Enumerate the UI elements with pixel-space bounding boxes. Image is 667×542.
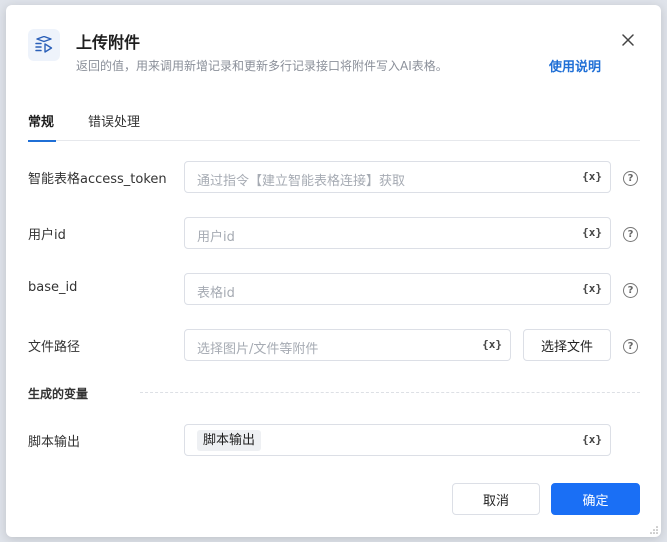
access-token-input[interactable]: 通过指令【建立智能表格连接】获取 {x} (184, 161, 611, 193)
user-id-input[interactable]: 用户id {x} (184, 217, 611, 249)
base-id-placeholder: 表格id (197, 286, 235, 301)
tab-bar: 常规 错误处理 (28, 111, 640, 142)
base-id-label: base_id (28, 280, 78, 295)
resize-handle-icon[interactable] (650, 526, 658, 534)
script-output-label: 脚本输出 (28, 435, 81, 450)
upload-attachment-dialog: 上传附件 返回的值，用来调用新增记录和更新多行记录接口将附件写入AI表格。 使用… (6, 5, 661, 537)
choose-file-button[interactable]: 选择文件 (523, 329, 611, 361)
user-id-placeholder: 用户id (197, 230, 235, 245)
file-path-input[interactable]: 选择图片/文件等附件 {x} (184, 329, 511, 361)
variable-insert-icon[interactable]: {x} (582, 226, 602, 239)
file-path-help-icon[interactable]: ? (623, 339, 638, 354)
variable-insert-icon[interactable]: {x} (482, 338, 502, 351)
script-output-tag: 脚本输出 (197, 430, 262, 451)
usage-guide-link[interactable]: 使用说明 (549, 56, 601, 75)
access-token-label: 智能表格access_token (28, 172, 167, 187)
access-token-placeholder: 通过指令【建立智能表格连接】获取 (197, 174, 406, 189)
script-output-input[interactable]: 脚本输出 {x} (184, 424, 611, 456)
user-id-help-icon[interactable]: ? (623, 227, 638, 242)
cancel-button[interactable]: 取消 (452, 483, 540, 515)
file-path-placeholder: 选择图片/文件等附件 (197, 342, 319, 357)
close-button[interactable] (618, 30, 638, 50)
section-divider (140, 392, 640, 393)
confirm-button[interactable]: 确定 (551, 483, 640, 515)
close-icon (622, 34, 634, 46)
base-id-help-icon[interactable]: ? (623, 283, 638, 298)
base-id-input[interactable]: 表格id {x} (184, 273, 611, 305)
variable-insert-icon[interactable]: {x} (582, 282, 602, 295)
tab-error-handling[interactable]: 错误处理 (88, 111, 140, 141)
tab-general[interactable]: 常规 (28, 111, 57, 142)
dialog-title: 上传附件 (76, 33, 141, 52)
variable-insert-icon[interactable]: {x} (582, 433, 602, 446)
variable-insert-icon[interactable]: {x} (582, 170, 602, 183)
upload-attachment-icon (28, 29, 60, 61)
access-token-help-icon[interactable]: ? (623, 171, 638, 186)
user-id-label: 用户id (28, 228, 66, 243)
file-path-label: 文件路径 (28, 340, 81, 355)
dialog-subtitle: 返回的值，用来调用新增记录和更新多行记录接口将附件写入AI表格。 (76, 59, 448, 73)
generated-variables-title: 生成的变量 (28, 387, 89, 401)
